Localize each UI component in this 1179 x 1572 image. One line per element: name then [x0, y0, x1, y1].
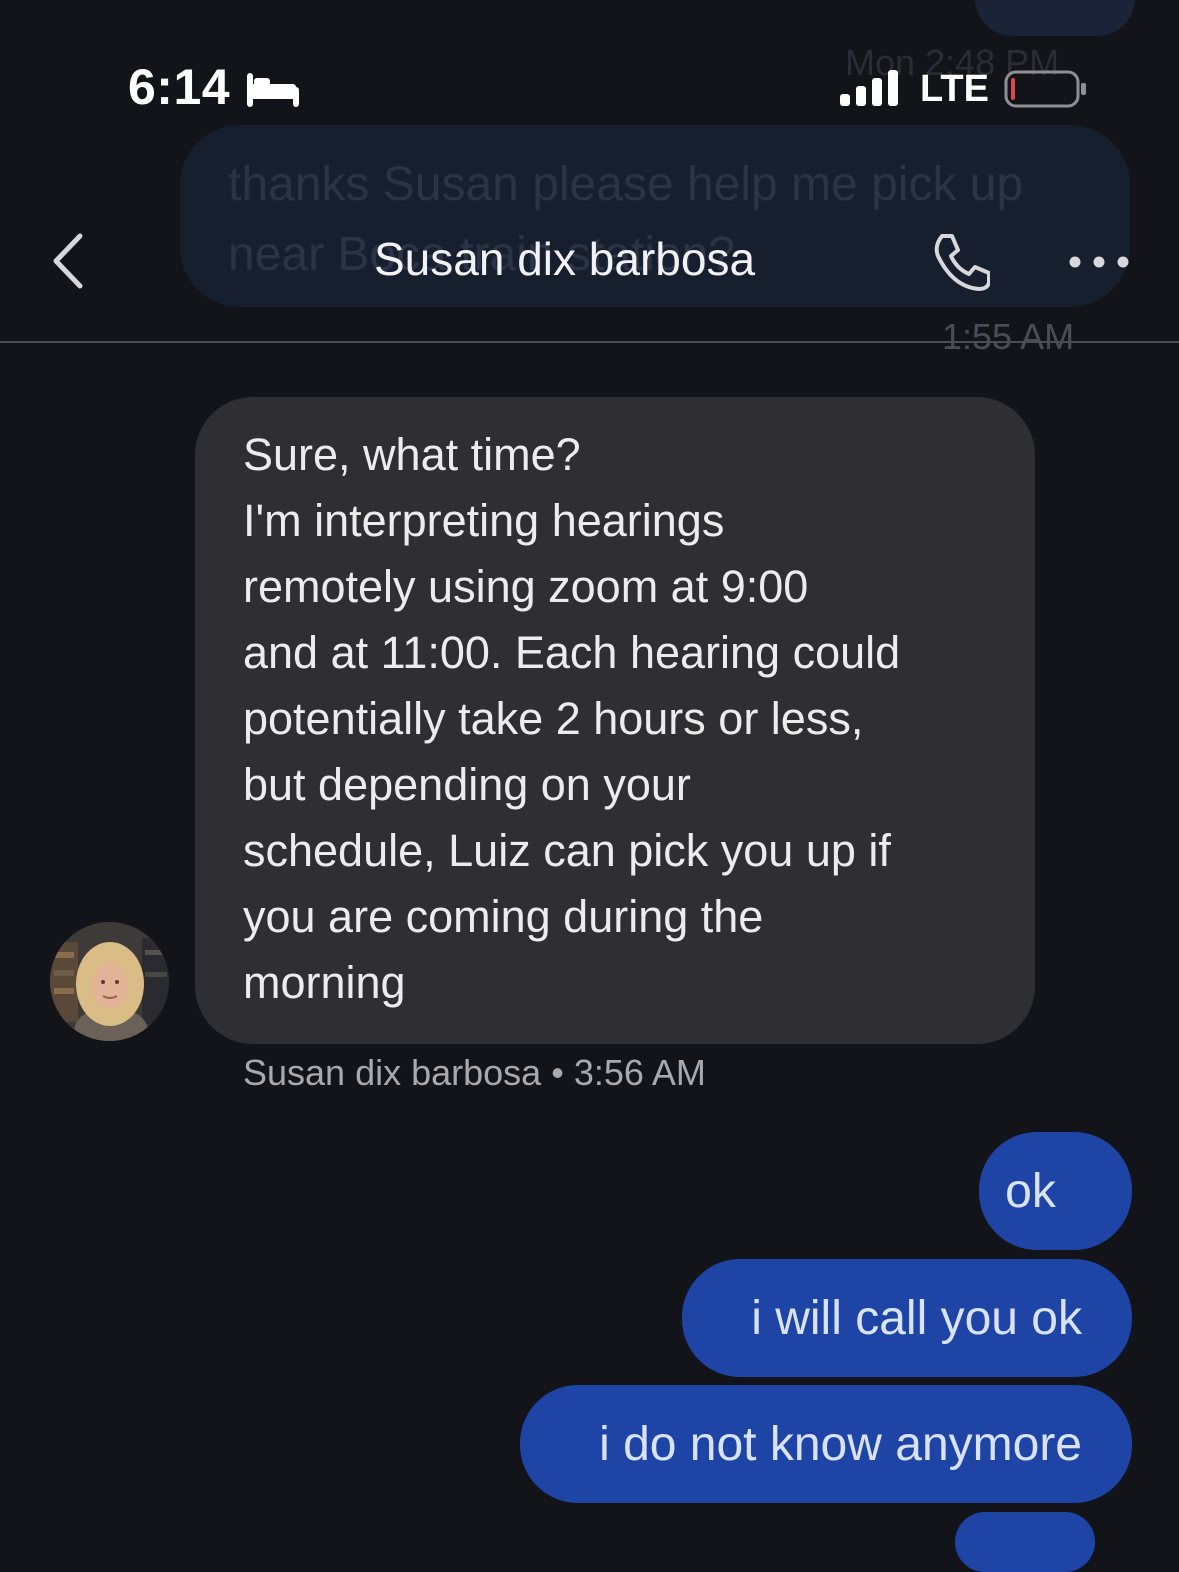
more-icon[interactable]	[1066, 246, 1132, 278]
outgoing-message-bubble[interactable]: ok	[979, 1132, 1132, 1250]
network-type: LTE	[920, 68, 989, 110]
ghost-message-time: 1:55 AM	[942, 316, 1075, 357]
outgoing-message-text: ok	[1005, 1164, 1056, 1218]
avatar[interactable]	[50, 922, 169, 1041]
phone-icon[interactable]	[928, 230, 990, 292]
header-divider	[0, 341, 1179, 343]
meta-separator: •	[551, 1052, 564, 1093]
outgoing-message-bubble[interactable]: i do not know anymore	[520, 1385, 1132, 1503]
incoming-message-text: Sure, what time? I'm interpreting hearin…	[243, 429, 901, 1008]
message-meta: Susan dix barbosa • 3:56 AM	[243, 1052, 706, 1094]
sender-name: Susan dix barbosa	[243, 1052, 542, 1093]
conversation-title: Susan dix barbosa	[374, 233, 756, 285]
ghost-top-bubble	[975, 0, 1135, 36]
message-timestamp: 3:56 AM	[573, 1052, 706, 1093]
avatar-photo	[50, 922, 169, 1041]
signal-icon	[840, 70, 898, 106]
outgoing-message-bubble-partial[interactable]	[955, 1512, 1095, 1572]
status-time: 6:14	[128, 59, 231, 115]
outgoing-message-text: i will call you ok	[751, 1291, 1082, 1345]
bed-icon	[247, 73, 299, 107]
outgoing-message-bubble[interactable]: i will call you ok	[682, 1259, 1132, 1377]
back-icon[interactable]	[44, 230, 94, 292]
battery-icon	[1004, 70, 1086, 108]
outgoing-message-text: i do not know anymore	[599, 1417, 1082, 1471]
